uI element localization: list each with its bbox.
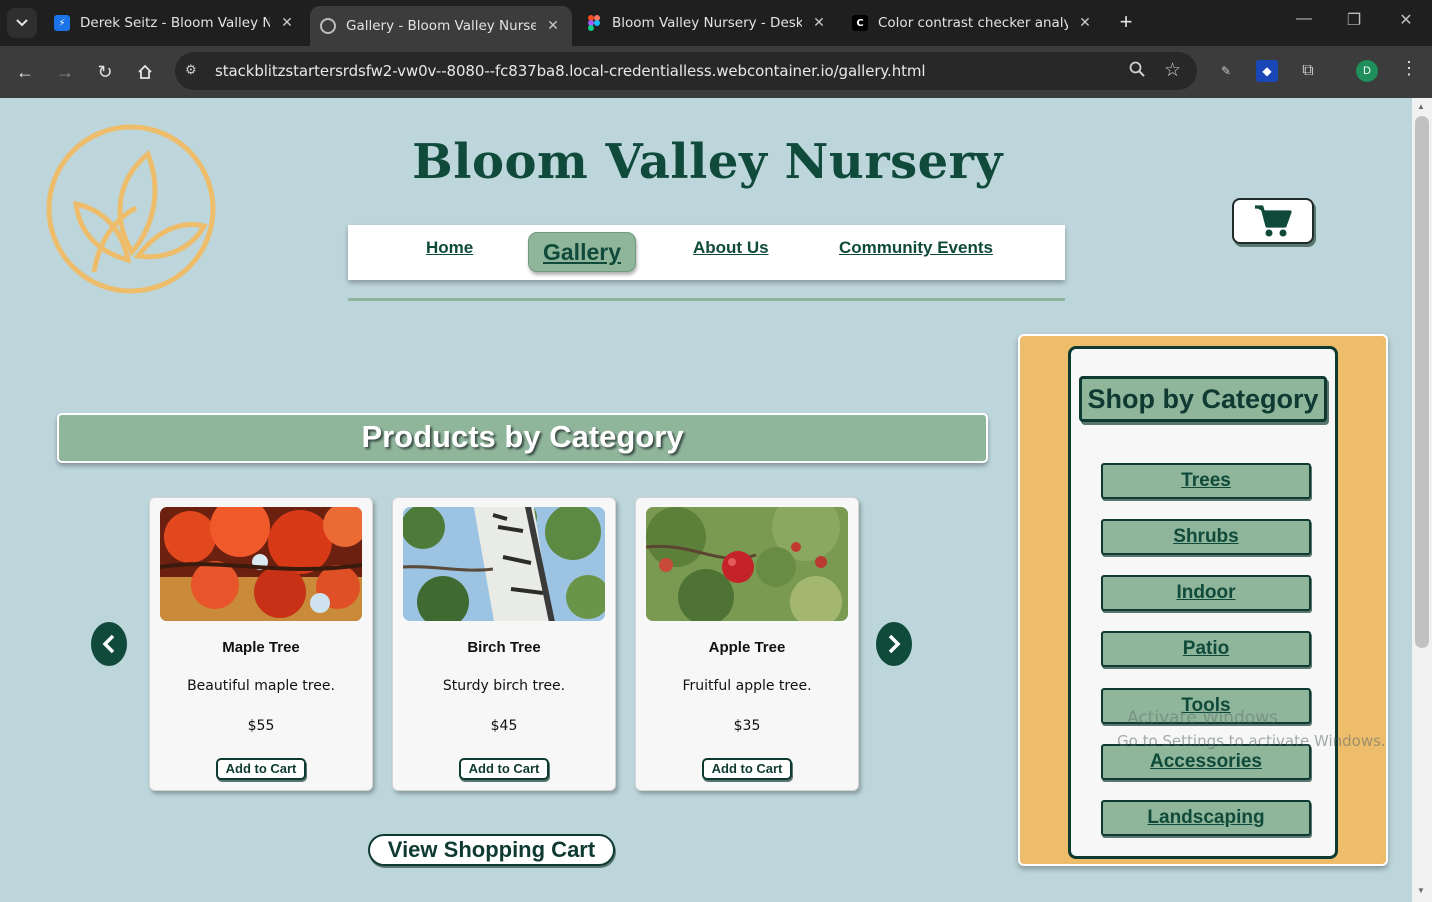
add-to-cart-button[interactable]: Add to Cart [216,758,306,780]
tab-title: Color contrast checker analyzer [878,15,1068,31]
home-icon[interactable] [132,59,158,85]
profile-avatar[interactable]: D [1356,60,1378,82]
nursery-logo [46,124,216,294]
reload-icon[interactable]: ↻ [92,59,118,85]
zoom-icon[interactable] [1129,61,1145,82]
contrast-icon: C [852,15,868,31]
tab-derek-seitz[interactable]: ⚡ Derek Seitz - Bloom Valley Nurs ✕ [44,6,306,40]
nav-community-events[interactable]: Community Events [839,238,993,258]
close-tab-icon[interactable]: ✕ [810,15,828,31]
chevron-down-icon [16,19,28,27]
product-name: Maple Tree [222,639,300,656]
site-title: Bloom Valley Nursery [412,134,1003,190]
add-to-cart-button[interactable]: Add to Cart [702,758,792,780]
tab-title: Bloom Valley Nursery - Desktop [612,15,802,31]
tab-search-button[interactable] [7,8,37,38]
shop-by-category-panel: Shop by Category Trees Shrubs Indoor Pat… [1018,334,1388,866]
extensions-puzzle-icon[interactable]: ⧉ [1297,60,1319,82]
chevron-left-icon [102,634,115,654]
cart-button[interactable] [1232,198,1314,244]
watermark-text: Go to Settings to activate Windows. [1117,732,1386,750]
scroll-down-icon[interactable]: ▼ [1417,886,1425,895]
page-viewport: Bloom Valley Nursery Home Gallery About … [0,98,1412,902]
bolt-icon: ⚡ [54,15,70,31]
nav-home[interactable]: Home [426,238,473,258]
minimize-icon[interactable]: — [1292,10,1316,28]
url-text[interactable]: stackblitzstartersrdsfw2-vw0v--8080--fc8… [215,62,926,80]
carousel-next-button[interactable] [876,622,912,666]
scrollbar-thumb[interactable] [1415,116,1429,648]
product-price: $45 [490,718,518,734]
product-price: $55 [247,718,275,734]
view-shopping-cart-button[interactable]: View Shopping Cart [368,834,615,866]
page-scrollbar[interactable]: ▲ ▼ [1412,98,1432,902]
tab-title: Gallery - Bloom Valley Nursery [346,18,536,34]
browser-toolbar: ← → ↻ ⚙ stackblitzstartersrdsfw2-vw0v--8… [0,46,1432,98]
category-indoor[interactable]: Indoor [1101,575,1311,611]
product-card-birch: Birch Tree Sturdy birch tree. $45 Add to… [392,497,616,791]
product-price: $35 [733,718,761,734]
extension-shield-icon[interactable]: ◆ [1256,60,1278,82]
tab-gallery[interactable]: Gallery - Bloom Valley Nursery ✕ [310,6,572,46]
tab-title: Derek Seitz - Bloom Valley Nurs [80,15,270,31]
nav-divider [348,298,1065,301]
product-card-apple: Apple Tree Fruitful apple tree. $35 Add … [635,497,859,791]
scroll-up-icon[interactable]: ▲ [1417,102,1425,111]
menu-kebab-icon[interactable]: ⋮ [1400,58,1418,79]
category-list-container: Shop by Category Trees Shrubs Indoor Pat… [1068,346,1338,859]
globe-icon [320,18,336,34]
forward-icon[interactable]: → [52,59,78,85]
carousel-prev-button[interactable] [91,622,127,666]
tab-figma[interactable]: Bloom Valley Nursery - Desktop ✕ [576,6,838,40]
extension-feather-icon[interactable]: ✎ [1215,60,1237,82]
close-tab-icon[interactable]: ✕ [1076,15,1094,31]
main-nav: Home Gallery About Us Community Events [348,225,1065,280]
products-heading: Products by Category [57,413,988,463]
close-window-icon[interactable]: ✕ [1394,10,1418,30]
nav-gallery[interactable]: Gallery [528,232,636,272]
product-description: Beautiful maple tree. [187,678,335,694]
browser-tab-bar: ⚡ Derek Seitz - Bloom Valley Nurs ✕ Gall… [0,0,1432,46]
site-info-icon[interactable]: ⚙ [185,62,203,80]
shopping-cart-icon [1255,205,1292,237]
category-patio[interactable]: Patio [1101,631,1311,667]
product-name: Birch Tree [467,639,541,656]
shop-by-category-heading: Shop by Category [1079,376,1327,422]
watermark-title: Activate Windows [1127,708,1278,728]
close-tab-icon[interactable]: ✕ [544,18,562,34]
nav-about-us[interactable]: About Us [693,238,769,258]
tab-contrast-checker[interactable]: C Color contrast checker analyzer ✕ [842,6,1104,40]
apple-tree-image [646,507,848,621]
category-shrubs[interactable]: Shrubs [1101,519,1311,555]
product-name: Apple Tree [708,639,786,656]
chevron-right-icon [888,634,901,654]
product-card-maple: Maple Tree Beautiful maple tree. $55 Add… [149,497,373,791]
product-description: Fruitful apple tree. [682,678,812,694]
product-description: Sturdy birch tree. [442,678,566,694]
category-landscaping[interactable]: Landscaping [1101,800,1311,836]
add-to-cart-button[interactable]: Add to Cart [459,758,549,780]
bookmark-star-icon[interactable]: ☆ [1164,59,1181,82]
back-icon[interactable]: ← [12,59,38,85]
category-trees[interactable]: Trees [1101,463,1311,499]
activate-windows-watermark: Activate Windows Go to Settings to activ… [1117,708,1386,750]
address-bar[interactable]: ⚙ stackblitzstartersrdsfw2-vw0v--8080--f… [175,52,1197,90]
figma-icon [586,15,602,31]
new-tab-button[interactable]: + [1114,10,1138,34]
maple-tree-image [160,507,362,621]
restore-icon[interactable]: ❐ [1342,10,1366,30]
birch-tree-image [403,507,605,621]
close-tab-icon[interactable]: ✕ [278,15,296,31]
